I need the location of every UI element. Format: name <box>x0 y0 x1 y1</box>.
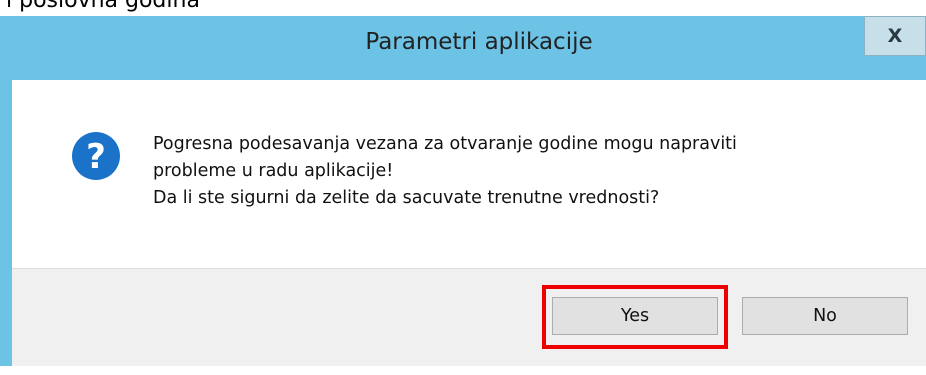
dialog-body: ? Pogresna podesavanja vezana za otvaran… <box>12 80 926 366</box>
message-line: Pogresna podesavanja vezana za otvaranje… <box>153 134 737 154</box>
title-bar[interactable]: Parametri aplikacije X <box>12 16 926 80</box>
background-window-text: i poslovna godina <box>6 0 200 13</box>
dialog-message: Pogresna podesavanja vezana za otvaranje… <box>153 131 893 212</box>
screen: i poslovna godina Parametri aplikacije X… <box>0 0 926 375</box>
message-line: Da li ste sigurni da zelite da sacuvate … <box>153 188 660 208</box>
close-button[interactable]: X <box>864 16 926 56</box>
dialog-title: Parametri aplikacije <box>365 29 593 55</box>
message-line: probleme u radu aplikacije! <box>153 161 394 181</box>
yes-button[interactable]: Yes <box>552 297 718 335</box>
no-button[interactable]: No <box>742 297 908 335</box>
message-area: ? Pogresna podesavanja vezana za otvaran… <box>12 80 926 268</box>
button-bar: Yes No <box>12 268 926 366</box>
message-dialog: Parametri aplikacije X ? Pogresna podesa… <box>0 16 926 366</box>
close-icon: X <box>887 25 903 47</box>
question-icon: ? <box>72 132 120 180</box>
